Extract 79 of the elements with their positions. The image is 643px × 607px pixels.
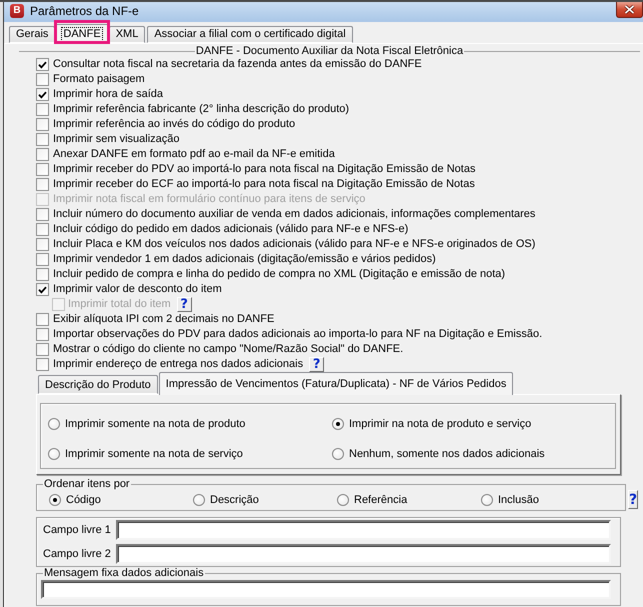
text-field[interactable] — [116, 520, 611, 540]
checkbox-label: Imprimir receber do PDV ao importá-lo para nota fiscal na Digitação Emissão de Notas — [53, 163, 476, 176]
checkbox[interactable] — [36, 328, 49, 341]
radio-label: Descrição — [210, 494, 259, 506]
checkbox-label: Incluir Placa e KM dos veículos nos dados adicionais (válido para NF-e e NFS-e originados de OS) — [53, 238, 536, 251]
checkbox-label: Consultar nota fiscal na secretaria da fazenda antes da emissão do DANFE — [53, 58, 422, 71]
checkbox-label: Imprimir receber do ECF ao importá-lo para nota fiscal na Digitação Emissão de Notas — [53, 178, 475, 191]
checkbox-label: Imprimir endereço de entrega nos dados adicionais — [53, 358, 304, 371]
tab[interactable]: Associar a filial com o certificado digital — [147, 26, 353, 43]
help-button[interactable]: ? — [628, 490, 638, 509]
radio-label: Imprimir somente na nota de serviço — [65, 448, 243, 460]
group-label: Mensagem fixa dados adicionais — [43, 567, 205, 579]
checkbox[interactable] — [36, 238, 49, 251]
checkbox-label: Anexar DANFE em formato pdf ao e-mail da NF-e emitida — [53, 148, 335, 161]
checkbox[interactable] — [36, 343, 49, 356]
close-button[interactable] — [616, 2, 643, 18]
text-field[interactable] — [41, 580, 611, 599]
checkbox-label: Imprimir valor de desconto do item — [53, 283, 222, 296]
checkbox-label: Incluir código do pedido em dados adicionais (válido para NF-e e NFS-e) — [53, 223, 408, 236]
checkbox[interactable] — [36, 103, 49, 116]
checkbox-label: Mostrar o código do cliente no campo "Nome/Razão Social" do DANFE. — [53, 343, 404, 356]
checkbox[interactable] — [36, 88, 49, 101]
checkbox-label: Incluir número do documento auxiliar de venda em dados adicionais, informações complementares — [53, 208, 536, 221]
text-field[interactable] — [116, 544, 611, 564]
app-logo: B — [10, 4, 24, 18]
checkbox-label: Formato paisagem — [53, 73, 145, 86]
group-title: DANFE - Documento Auxiliar da Nota Fiscal Eletrônica — [194, 46, 464, 57]
checkbox[interactable] — [36, 148, 49, 161]
check-icon — [38, 60, 47, 68]
radio-button[interactable] — [332, 448, 344, 460]
checkbox-label: Exibir alíquota IPI com 2 decimais no DANFE — [53, 313, 274, 326]
radio-button[interactable] — [481, 494, 493, 506]
checkbox[interactable] — [36, 73, 49, 86]
radio-button[interactable] — [332, 418, 344, 430]
checkbox-label: Incluir pedido de compra e linha do pedido de compra no XML (Digitação e emissão de nota) — [53, 268, 506, 281]
tab[interactable]: XML — [108, 26, 146, 43]
checkbox[interactable] — [36, 208, 49, 221]
help-button[interactable]: ? — [309, 357, 324, 372]
radio-label: Inclusão — [498, 494, 539, 506]
checkbox-label: Imprimir nota fiscal em formulário contínuo para itens de serviço — [53, 193, 366, 206]
radio-label: Imprimir somente na nota de produto — [65, 418, 246, 430]
checkbox[interactable] — [36, 358, 49, 371]
highlight-frame — [54, 20, 110, 44]
radio-button[interactable] — [49, 494, 61, 506]
radio-label: Referência — [354, 494, 408, 506]
close-icon — [624, 5, 635, 14]
checkbox[interactable] — [36, 163, 49, 176]
radio-label: Imprimir na nota de produto e serviço — [349, 418, 532, 430]
radio-button[interactable] — [48, 418, 60, 430]
radio-label: Código — [66, 494, 101, 506]
field-label: Campo livre 1 — [43, 524, 112, 536]
checkbox[interactable] — [36, 253, 49, 266]
checkbox[interactable] — [36, 313, 49, 326]
field-label: Campo livre 2 — [43, 548, 112, 560]
checkbox-label: Imprimir vendedor 1 em dados adicionais (digitação/emissão e vários pedidos) — [53, 253, 436, 266]
checkbox[interactable] — [36, 118, 49, 131]
checkbox-label: Imprimir sem visualização — [53, 133, 180, 146]
check-icon — [38, 90, 47, 98]
checkbox-label: Importar observações do PDV para dados adicionais ao importa-lo para NF na Digitação e Emissão. — [53, 328, 542, 341]
checkbox-label: Imprimir total do item — [68, 298, 171, 311]
radio-button[interactable] — [337, 494, 349, 506]
checkbox[interactable] — [36, 133, 49, 146]
checkbox-label: Imprimir referência ao invés do código do produto — [53, 118, 296, 131]
checkbox[interactable] — [36, 58, 49, 71]
radio-button[interactable] — [193, 494, 205, 506]
checkbox-label: Imprimir referência fabricante (2° linha descrição do produto) — [53, 103, 350, 116]
window-title: Parâmetros da NF-e — [30, 3, 139, 20]
group-label: Ordenar itens por — [43, 478, 131, 490]
checkbox[interactable] — [36, 268, 49, 281]
tab[interactable]: Impressão de Vencimentos (Fatura/Duplicata) - NF de Vários Pedidos — [158, 372, 514, 395]
checkbox[interactable] — [36, 178, 49, 191]
radio-button[interactable] — [48, 448, 60, 460]
checkbox[interactable] — [36, 223, 49, 236]
checkbox-label: Imprimir hora de saída — [53, 88, 164, 101]
checkbox[interactable] — [36, 283, 49, 296]
tab[interactable]: Descrição do Produto — [38, 375, 158, 394]
radio-label: Nenhum, somente nos dados adicionais — [349, 448, 545, 460]
tab[interactable]: Gerais — [9, 26, 56, 43]
check-icon — [38, 286, 47, 294]
